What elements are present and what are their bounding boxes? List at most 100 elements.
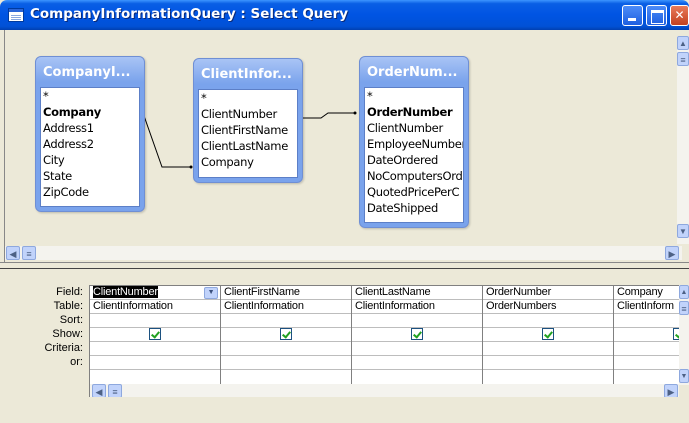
field-item[interactable]: ClientNumber [199,106,297,122]
field-cell[interactable]: ClientNumber ▼ [90,286,220,300]
scroll-down-arrow-icon[interactable]: ▼ [679,369,689,383]
field-item[interactable]: Address2 [41,136,139,152]
criteria-cell[interactable] [483,342,613,356]
scroll-right-arrow-icon[interactable]: ▶ [664,384,678,397]
scroll-up-arrow-icon[interactable]: ▲ [679,285,689,299]
criteria-cell[interactable] [352,342,482,356]
scroll-down-arrow-icon[interactable]: ▼ [677,224,689,238]
field-cell[interactable]: OrderNumber [483,286,613,300]
field-item[interactable]: City [41,152,139,168]
show-cell[interactable] [614,328,679,342]
show-cell[interactable] [90,328,220,342]
sort-cell[interactable] [221,314,351,328]
or-cell[interactable] [90,356,220,370]
field-item[interactable]: ClientNumber [365,120,463,136]
field-item[interactable]: * [41,88,139,104]
pane-splitter[interactable] [0,262,689,269]
sort-cell[interactable] [352,314,482,328]
field-item-key[interactable]: Company [41,104,139,120]
field-item-key[interactable]: OrderNumber [365,104,463,120]
field-list-title[interactable]: OrderNum... [360,57,468,85]
field-list-ordernumbers[interactable]: OrderNum... * OrderNumber ClientNumber E… [359,56,469,228]
field-cell[interactable]: ClientLastName [352,286,482,300]
upper-horizontal-scrollbar[interactable]: ◀ ≡ ▶ [5,246,682,260]
or-cell[interactable] [483,356,613,370]
grid-row-labels: Field: Table: Sort: Show: Criteria: or: [4,285,88,369]
field-item[interactable]: Address1 [41,120,139,136]
scrollbar-thumb[interactable]: ≡ [679,301,689,315]
design-grid-pane[interactable]: Field: Table: Sort: Show: Criteria: or: … [4,269,689,423]
window-title: CompanyInformationQuery : Select Query [30,6,349,22]
criteria-cell[interactable] [90,342,220,356]
show-checkbox[interactable] [411,328,423,340]
field-list-companyinformation[interactable]: CompanyI... * Company Address1 Address2 … [35,56,145,212]
show-checkbox[interactable] [280,328,292,340]
table-design-pane[interactable]: CompanyI... * Company Address1 Address2 … [4,30,689,262]
table-cell[interactable]: OrderNumbers [483,300,613,314]
grid-column[interactable]: Company ClientInform [614,286,679,397]
chevron-down-icon[interactable]: ▼ [204,287,218,299]
field-cell[interactable]: ClientFirstName [221,286,351,300]
field-item[interactable]: ClientLastName [199,138,297,154]
field-item[interactable]: ClientFirstName [199,122,297,138]
table-cell[interactable]: ClientInformation [221,300,351,314]
sort-cell[interactable] [483,314,613,328]
field-item[interactable]: DateShipped [365,200,463,216]
show-checkbox[interactable] [149,328,161,340]
grid-column[interactable]: ClientLastName ClientInformation [352,286,483,397]
field-item[interactable]: * [365,88,463,104]
field-cell[interactable]: Company [614,286,679,300]
scroll-right-arrow-icon[interactable]: ▶ [665,246,679,260]
sort-cell[interactable] [614,314,679,328]
maximize-button[interactable] [646,5,667,26]
sort-cell[interactable] [90,314,220,328]
criteria-cell[interactable] [614,342,679,356]
table-cell[interactable]: ClientInformation [352,300,482,314]
table-cell[interactable]: ClientInformation [90,300,220,314]
field-item[interactable]: QuotedPricePerC [365,184,463,200]
field-item[interactable]: Company [199,154,297,170]
field-list-body[interactable]: * OrderNumber ClientNumber EmployeeNumbe… [364,87,464,223]
field-item[interactable]: * [199,90,297,106]
field-list-clientinformation[interactable]: ClientInfor... * ClientNumber ClientFirs… [193,58,303,183]
minimize-button[interactable] [622,5,643,26]
field-item[interactable]: DateOrdered [365,152,463,168]
scroll-left-arrow-icon[interactable]: ◀ [92,384,106,397]
criteria-cell[interactable] [221,342,351,356]
table-cell[interactable]: ClientInform [614,300,679,314]
scroll-up-arrow-icon[interactable]: ▲ [677,36,689,50]
scrollbar-thumb[interactable]: ≡ [22,246,36,260]
show-cell[interactable] [483,328,613,342]
close-button[interactable]: ✕ [670,5,689,26]
field-item[interactable]: EmployeeNumber [365,136,463,152]
field-item[interactable]: State [41,168,139,184]
grid-horizontal-scrollbar[interactable]: ◀ ≡ ▶ [90,384,679,397]
or-cell[interactable] [614,356,679,370]
grid-column[interactable]: ClientFirstName ClientInformation [221,286,352,397]
or-cell[interactable] [352,356,482,370]
query-window-icon[interactable] [8,8,24,22]
grid-column[interactable]: ClientNumber ▼ ClientInformation [90,286,221,397]
show-cell[interactable] [352,328,482,342]
field-list-body[interactable]: * Company Address1 Address2 City State Z… [40,87,140,207]
scroll-left-arrow-icon[interactable]: ◀ [6,246,20,260]
field-list-title[interactable]: ClientInfor... [194,59,302,87]
field-list-title[interactable]: CompanyI... [36,57,144,85]
field-item[interactable]: NoComputersOrd [365,168,463,184]
scrollbar-thumb[interactable]: ≡ [108,384,122,397]
field-list-body[interactable]: * ClientNumber ClientFirstName ClientLas… [198,89,298,178]
or-cell[interactable] [221,356,351,370]
show-checkbox[interactable] [542,328,554,340]
scrollbar-thumb[interactable]: ≡ [677,52,689,66]
grid-vertical-scrollbar[interactable]: ▲ ≡ ▼ [679,285,689,385]
show-cell[interactable] [221,328,351,342]
design-grid[interactable]: ClientNumber ▼ ClientInformation ClientF… [89,285,679,397]
field-item[interactable]: ZipCode [41,184,139,200]
join-line-clientnumber[interactable] [301,112,355,119]
title-bar[interactable]: CompanyInformationQuery : Select Query ✕ [0,0,689,30]
upper-vertical-scrollbar[interactable]: ▲ ≡ ▼ [677,36,689,244]
field-value: ClientNumber [93,286,158,298]
row-label-field: Field: [56,286,83,298]
grid-column[interactable]: OrderNumber OrderNumbers [483,286,614,397]
close-icon: ✕ [674,8,685,22]
